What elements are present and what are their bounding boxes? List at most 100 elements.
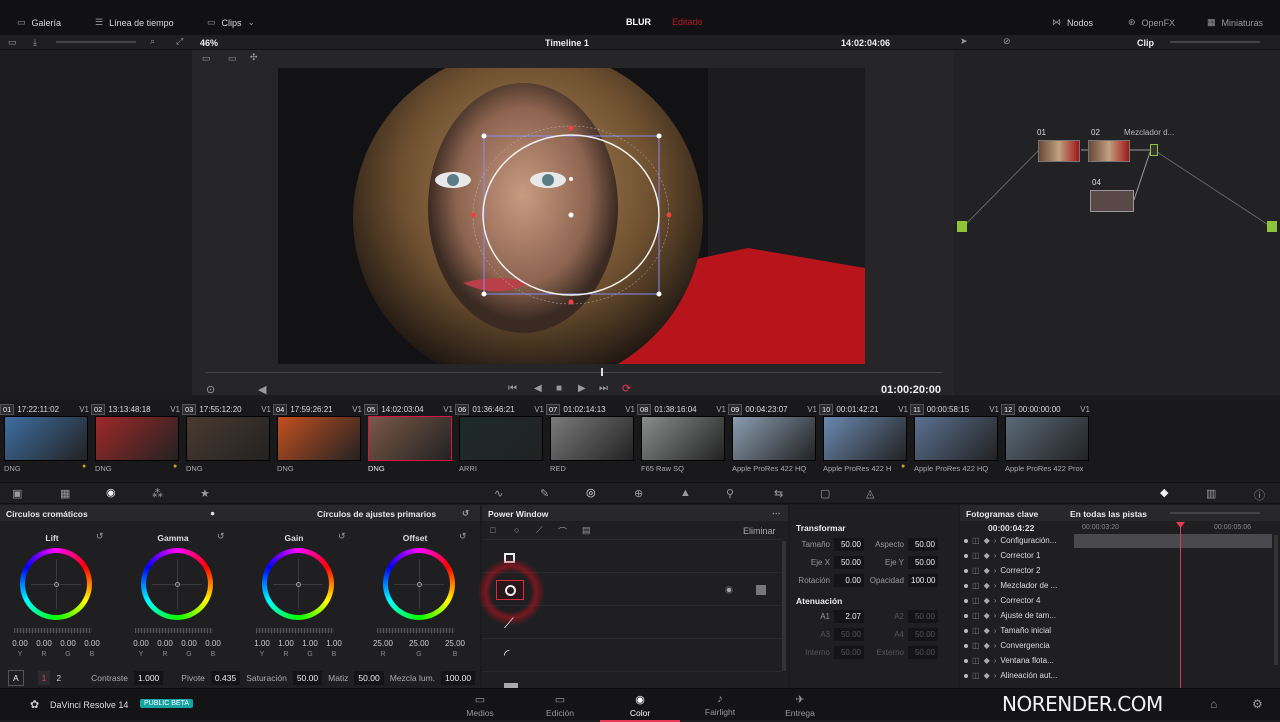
- add-gradient-icon[interactable]: ▤: [582, 525, 591, 536]
- chevron-right-icon[interactable]: ›: [994, 626, 997, 635]
- chevron-right-icon[interactable]: ›: [994, 611, 997, 620]
- chevron-right-icon[interactable]: ›: [994, 536, 997, 545]
- tracker-icon[interactable]: ⊕: [634, 487, 643, 500]
- window-row-polygon[interactable]: ⟋: [482, 607, 782, 639]
- clip-thumbnail[interactable]: [459, 416, 543, 461]
- chevron-right-icon[interactable]: ›: [994, 641, 997, 650]
- window-row-circle[interactable]: [466, 558, 782, 626]
- wheel-value[interactable]: 0.00: [32, 639, 56, 648]
- keyframe-row[interactable]: ◫ ◆ › Ajuste de tam...: [964, 608, 1074, 623]
- clip-thumbnail[interactable]: [823, 416, 907, 461]
- wheel-value[interactable]: 0.00: [201, 639, 225, 648]
- diamond-icon[interactable]: ◆: [984, 626, 990, 635]
- lock-icon[interactable]: ◫: [972, 671, 980, 680]
- clip-09[interactable]: 09 00:04:23:07 V1 Apple ProRes 422 HQ: [728, 400, 819, 480]
- chevron-right-icon[interactable]: ›: [994, 656, 997, 665]
- camera-raw-icon[interactable]: ▣: [12, 487, 22, 500]
- wheel-value[interactable]: 0.00: [8, 639, 32, 648]
- circle-window-button[interactable]: [496, 580, 524, 600]
- openfx-button[interactable]: ⊛ OpenFX: [1128, 17, 1175, 28]
- inside-value[interactable]: 50.00: [834, 646, 864, 659]
- pan-y-value[interactable]: 50.00: [908, 556, 938, 569]
- wheel-value[interactable]: 0.00: [80, 639, 104, 648]
- layout-icon[interactable]: ▭: [8, 37, 17, 48]
- page-2-button[interactable]: 2: [56, 673, 61, 683]
- diamond-icon[interactable]: ◆: [984, 551, 990, 560]
- wheels-mode-dropdown[interactable]: Círculos de ajustes primarios: [317, 509, 436, 519]
- pan-x-value[interactable]: 50.00: [834, 556, 864, 569]
- lock-icon[interactable]: ◫: [972, 611, 980, 620]
- aspect-value[interactable]: 50.00: [908, 538, 938, 551]
- key-icon[interactable]: ⚲: [726, 487, 734, 500]
- lock-icon[interactable]: ◫: [972, 536, 980, 545]
- soft-a4-value[interactable]: 50.00: [908, 628, 938, 641]
- gallery-zoom-slider[interactable]: [56, 41, 136, 43]
- diamond-icon[interactable]: ◆: [984, 581, 990, 590]
- clip-thumbnail[interactable]: [732, 416, 816, 461]
- wheel-value[interactable]: 25.00: [371, 639, 395, 648]
- clip-05[interactable]: 05 14:02:03:04 V1 DNG: [364, 400, 455, 480]
- diamond-icon[interactable]: ◆: [984, 641, 990, 650]
- clip-01[interactable]: 01 17:22:11:02 V1 ● DNG: [0, 400, 91, 480]
- thumbnails-button[interactable]: ▦ Miniaturas: [1207, 17, 1263, 28]
- page-tab-3[interactable]: ◉ Color: [600, 693, 680, 722]
- viewer-image[interactable]: [278, 68, 865, 364]
- play-icon[interactable]: ▶: [578, 383, 586, 394]
- add-curve-icon[interactable]: ⌒: [558, 525, 567, 538]
- master-wheel-slider[interactable]: [14, 628, 92, 633]
- mixer-node[interactable]: [1150, 144, 1158, 156]
- chevron-right-icon[interactable]: ›: [994, 671, 997, 680]
- window-row-gradient[interactable]: [482, 673, 782, 688]
- pointer-icon[interactable]: ➤: [960, 36, 968, 47]
- lum-mix-value[interactable]: 100.00: [441, 671, 476, 685]
- keyframe-row[interactable]: ◫ ◆ › Mezclador de ...: [964, 578, 1074, 593]
- diamond-icon[interactable]: ◆: [984, 566, 990, 575]
- clip-thumbnail[interactable]: [368, 416, 452, 461]
- scrub-playhead[interactable]: [601, 368, 603, 376]
- clip-thumbnail[interactable]: [277, 416, 361, 461]
- wheel-value[interactable]: 25.00: [443, 639, 467, 648]
- page-1-button[interactable]: 1: [37, 671, 51, 685]
- page-tab-1[interactable]: ▭ Medios: [440, 693, 520, 718]
- delete-window-button[interactable]: Eliminar: [743, 526, 776, 536]
- node-mode[interactable]: Clip: [1137, 38, 1154, 48]
- speaker-icon[interactable]: ◀︎: [258, 383, 266, 396]
- clip-thumbnail[interactable]: [4, 416, 88, 461]
- stop-icon[interactable]: ■: [556, 383, 562, 394]
- size-value[interactable]: 50.00: [834, 538, 864, 551]
- keyframe-row[interactable]: ◫ ◆ › Configuración...: [964, 533, 1074, 548]
- wheel-reset-icon[interactable]: ↺: [217, 531, 225, 542]
- viewer-mode-icon[interactable]: ⊙: [206, 383, 215, 396]
- reset-icon[interactable]: ↺: [462, 508, 469, 519]
- master-wheel-slider[interactable]: [256, 628, 334, 633]
- opacity-value[interactable]: 100.00: [908, 574, 938, 587]
- adjust-icon[interactable]: ◬: [866, 487, 874, 500]
- wheel-value[interactable]: 1.00: [298, 639, 322, 648]
- keyframe-row[interactable]: ◫ ◆ › Corrector 1: [964, 548, 1074, 563]
- wheel-value[interactable]: 1.00: [322, 639, 346, 648]
- keyframe-row[interactable]: ◫ ◆ › Convergencia: [964, 638, 1074, 653]
- contrast-value[interactable]: 1.000: [134, 671, 164, 685]
- timeline-button[interactable]: ☰ Línea de tiempo: [95, 17, 174, 28]
- loop-icon[interactable]: ⟳: [622, 382, 631, 395]
- rgb-mixer-icon[interactable]: ⁂: [152, 487, 163, 500]
- wheel-puck[interactable]: [54, 582, 59, 587]
- scrub-bar[interactable]: [206, 372, 942, 373]
- node-02[interactable]: [1088, 140, 1130, 162]
- soft-a2-value[interactable]: 50.00: [908, 610, 938, 623]
- saturation-value[interactable]: 50.00: [292, 671, 323, 685]
- sizing-icon[interactable]: ⇆: [774, 487, 783, 500]
- wheel-value[interactable]: 0.00: [129, 639, 153, 648]
- wheel-gain[interactable]: Gain ↺ 1.00 1.00 1.00 1.00 Y R G B: [244, 531, 345, 658]
- keyframe-playhead-handle[interactable]: [1176, 522, 1185, 528]
- reverse-icon[interactable]: ◀: [534, 383, 542, 394]
- fit-icon[interactable]: ⤢: [176, 36, 183, 47]
- split-icon[interactable]: ▭: [228, 53, 237, 64]
- wheel-reset-icon[interactable]: ↺: [459, 531, 467, 542]
- keyframe-row[interactable]: ◫ ◆ › Corrector 4: [964, 593, 1074, 608]
- keyframes-scrollbar[interactable]: [1274, 535, 1278, 665]
- add-circle-icon[interactable]: ○: [514, 525, 519, 535]
- lock-icon[interactable]: ◫: [972, 626, 980, 635]
- clip-06[interactable]: 06 01:36:46:21 V1 ARRI: [455, 400, 546, 480]
- add-polygon-icon[interactable]: ⟋: [536, 525, 542, 536]
